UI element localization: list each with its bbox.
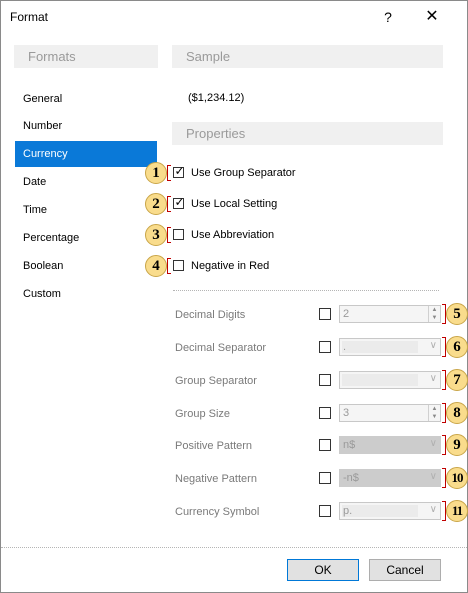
use-abbreviation-label: Use Abbreviation [191,229,275,241]
properties-divider [173,290,439,291]
group-separator-combo[interactable]: ∨ [339,371,441,389]
sample-header: Sample [172,45,443,68]
spin-arrows-icon[interactable]: ▲ ▼ [428,405,440,421]
group-size-override-checkbox[interactable] [319,407,331,419]
callout-badge: 4 [145,255,167,277]
formats-header: Formats [14,45,158,68]
use-group-separator-label: Use Group Separator [191,167,296,179]
positive-pattern-override-checkbox[interactable] [319,439,331,451]
check-icon: ✓ [174,195,185,209]
format-item-date[interactable]: Date [15,169,157,195]
callout-badge: 8 [446,402,468,424]
format-item-percentage[interactable]: Percentage [15,225,157,251]
chevron-down-icon[interactable]: ∨ [430,340,437,351]
negative-pattern-override-checkbox[interactable] [319,472,331,484]
group-size-value: 3 [343,407,350,419]
combo-text-area [342,341,418,353]
currency-symbol-combo[interactable]: р. ∨ [339,502,441,520]
title-bar: Format ? ✕ [1,1,467,33]
decimal-digits-spinner[interactable]: 2 ▲ ▼ [339,305,441,323]
group-separator-label: Group Separator [175,375,257,387]
currency-symbol-label: Currency Symbol [175,506,260,518]
negative-in-red-label: Negative in Red [191,260,270,272]
cancel-button[interactable]: Cancel [369,559,441,581]
dialog-title: Format [10,10,49,24]
ok-button[interactable]: OK [287,559,359,581]
positive-pattern-label: Positive Pattern [175,440,253,452]
decimal-separator-label: Decimal Separator [175,342,267,354]
callout-bracket [167,258,171,274]
spin-arrows-icon[interactable]: ▲ ▼ [428,306,440,322]
group-size-spinner[interactable]: 3 ▲ ▼ [339,404,441,422]
chevron-down-icon[interactable]: ∨ [430,438,437,449]
currency-symbol-override-checkbox[interactable] [319,505,331,517]
format-item-custom[interactable]: Custom [15,281,157,307]
callout-badge: 2 [145,193,167,215]
format-dialog: Format ? ✕ Formats General Number Curren… [0,0,468,593]
callout-bracket [167,227,171,243]
use-abbreviation-checkbox[interactable] [173,229,184,240]
decimal-separator-override-checkbox[interactable] [319,341,331,353]
negative-pattern-label: Negative Pattern [175,473,257,485]
use-group-separator-checkbox[interactable]: ✓ [173,164,185,178]
callout-badge: 7 [446,369,468,391]
decimal-digits-label: Decimal Digits [175,309,246,321]
use-local-setting-label: Use Local Setting [191,198,278,210]
callout-badge: 1 [145,162,167,184]
negative-pattern-combo[interactable]: -n$ ∨ [339,469,441,487]
decimal-digits-override-checkbox[interactable] [319,308,331,320]
callout-badge: 5 [446,303,468,325]
callout-badge: 3 [145,224,167,246]
combo-text-area [342,374,418,386]
callout-bracket [167,165,171,181]
footer-divider [1,547,467,548]
check-icon: ✓ [174,164,185,178]
format-item-boolean[interactable]: Boolean [15,253,157,279]
sample-value: ($1,234.12) [188,92,245,104]
close-button[interactable]: ✕ [419,6,445,28]
callout-bracket [167,196,171,212]
callout-badge: 10 [446,467,468,489]
help-button[interactable]: ? [375,6,401,28]
format-item-time[interactable]: Time [15,197,157,223]
positive-pattern-combo[interactable]: n$ ∨ [339,436,441,454]
chevron-down-icon[interactable]: ∨ [430,373,437,384]
decimal-digits-value: 2 [343,308,350,320]
callout-badge: 9 [446,434,468,456]
currency-symbol-value: р. [343,505,353,517]
format-item-currency[interactable]: Currency [15,141,157,167]
negative-in-red-checkbox[interactable] [173,260,184,271]
combo-text-area [342,505,418,517]
group-size-label: Group Size [175,408,231,420]
negative-pattern-value: -n$ [343,472,359,484]
positive-pattern-value: n$ [343,439,356,451]
group-separator-override-checkbox[interactable] [319,374,331,386]
chevron-down-icon[interactable]: ∨ [430,504,437,515]
decimal-separator-combo[interactable]: . ∨ [339,338,441,356]
use-local-setting-checkbox[interactable]: ✓ [173,195,185,209]
decimal-separator-value: . [343,341,347,353]
properties-header: Properties [172,122,443,145]
format-item-number[interactable]: Number [15,113,157,139]
callout-badge: 11 [446,500,468,522]
format-item-general[interactable]: General [15,86,157,112]
chevron-down-icon[interactable]: ∨ [430,471,437,482]
callout-badge: 6 [446,336,468,358]
